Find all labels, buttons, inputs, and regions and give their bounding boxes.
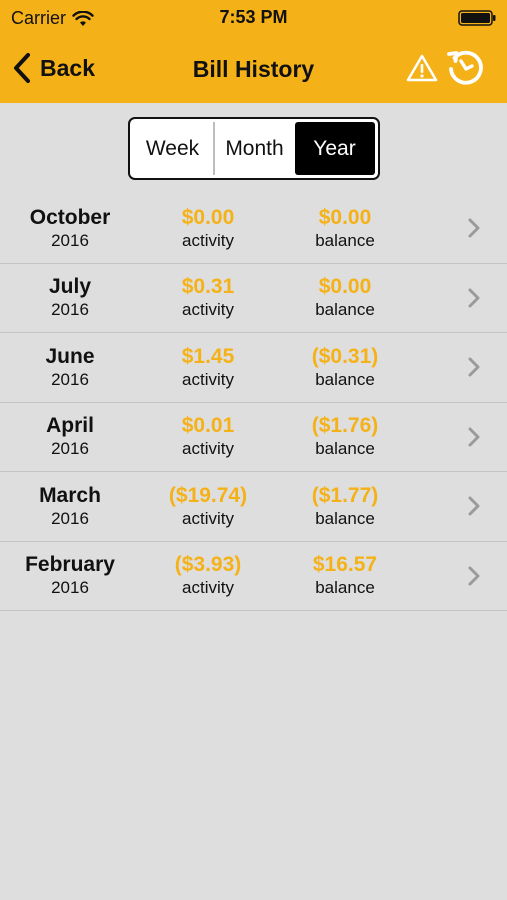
bill-period: June 2016 [0, 333, 140, 402]
bill-year: 2016 [51, 230, 89, 250]
balance-label: balance [315, 369, 375, 389]
balance-label: balance [315, 508, 375, 528]
bill-list: October 2016 $0.00 activity $0.00 balanc… [0, 194, 507, 611]
nav-bar: Back Bill History [0, 38, 507, 100]
balance-amount: $0.00 [318, 275, 372, 299]
bill-month: March [39, 483, 101, 507]
bill-activity: $0.00 activity [138, 194, 278, 263]
activity-amount: ($19.74) [168, 483, 248, 507]
chevron-right-icon [468, 288, 480, 307]
activity-amount: $1.45 [181, 344, 235, 368]
activity-label: activity [182, 300, 234, 320]
bill-year: 2016 [51, 508, 89, 528]
bill-year: 2016 [51, 439, 89, 459]
bill-month: June [45, 344, 95, 368]
bill-row[interactable]: October 2016 $0.00 activity $0.00 balanc… [0, 194, 507, 264]
balance-amount: ($1.77) [311, 483, 379, 507]
chevron-right-icon [468, 218, 480, 238]
balance-amount: $16.57 [312, 553, 378, 577]
bill-activity: $1.45 activity [138, 333, 278, 402]
balance-label: balance [315, 578, 375, 598]
bill-row[interactable]: February 2016 ($3.93) activity $16.57 ba… [0, 542, 507, 611]
history-icon[interactable] [446, 48, 484, 86]
bill-row[interactable]: March 2016 ($19.74) activity ($1.77) bal… [0, 472, 507, 542]
period-segmented-control: Week Month Year [127, 117, 380, 180]
status-time: 7:53 PM [219, 7, 288, 27]
segment-wrapper: Week Month Year [0, 117, 507, 180]
balance-label: balance [315, 439, 375, 459]
bill-activity: ($3.93) activity [138, 542, 278, 611]
bill-period: March 2016 [0, 472, 140, 541]
activity-label: activity [182, 230, 234, 250]
activity-amount: $0.00 [181, 205, 235, 229]
balance-label: balance [315, 230, 375, 250]
bill-balance: ($1.76) balance [275, 403, 415, 472]
status-bar: Carrier 7:53 PM [0, 0, 507, 36]
activity-amount: $0.31 [181, 275, 235, 299]
segment-week[interactable]: Week [133, 122, 215, 175]
bill-year: 2016 [51, 369, 89, 389]
header: Carrier 7:53 PM Back Bill History [0, 0, 507, 103]
bill-month: February [25, 553, 115, 577]
bill-balance: $0.00 balance [275, 194, 415, 263]
bill-balance: $0.00 balance [275, 264, 415, 333]
bill-activity: $0.31 activity [138, 264, 278, 333]
activity-amount: ($3.93) [174, 553, 242, 577]
bill-period: July 2016 [0, 264, 140, 333]
warning-icon[interactable] [406, 53, 438, 83]
bill-row[interactable]: April 2016 $0.01 activity ($1.76) balanc… [0, 403, 507, 472]
bill-activity: $0.01 activity [138, 403, 278, 472]
battery-icon [458, 10, 496, 26]
bill-balance: ($1.77) balance [275, 472, 415, 541]
segment-month[interactable]: Month [215, 122, 295, 175]
bill-period: February 2016 [0, 542, 140, 611]
balance-amount: $0.00 [318, 205, 372, 229]
bill-period: April 2016 [0, 403, 140, 472]
bill-month: October [29, 205, 111, 229]
bill-activity: ($19.74) activity [138, 472, 278, 541]
chevron-right-icon [468, 496, 480, 516]
bill-month: July [48, 275, 92, 299]
bill-balance: ($0.31) balance [275, 333, 415, 402]
bill-period: October 2016 [0, 194, 140, 263]
bill-balance: $16.57 balance [275, 542, 415, 611]
balance-amount: ($0.31) [311, 344, 379, 368]
chevron-right-icon [468, 427, 480, 446]
bill-year: 2016 [51, 578, 89, 598]
balance-label: balance [315, 300, 375, 320]
activity-label: activity [182, 508, 234, 528]
bill-row[interactable]: July 2016 $0.31 activity $0.00 balance [0, 264, 507, 333]
activity-label: activity [182, 439, 234, 459]
segment-year[interactable]: Year [294, 122, 375, 175]
activity-label: activity [182, 578, 234, 598]
activity-label: activity [182, 369, 234, 389]
balance-amount: ($1.76) [311, 414, 379, 438]
chevron-right-icon [468, 357, 480, 377]
activity-amount: $0.01 [181, 414, 235, 438]
bill-row[interactable]: June 2016 $1.45 activity ($0.31) balance [0, 333, 507, 403]
bill-month: April [46, 414, 94, 438]
bill-year: 2016 [51, 300, 89, 320]
chevron-right-icon [468, 566, 480, 585]
